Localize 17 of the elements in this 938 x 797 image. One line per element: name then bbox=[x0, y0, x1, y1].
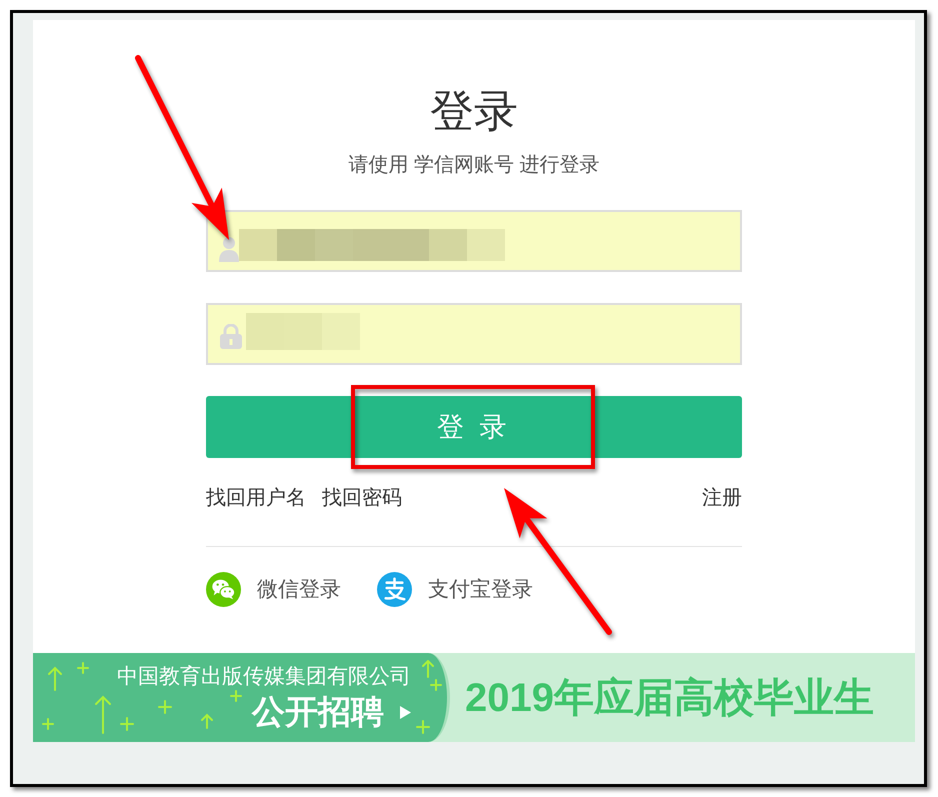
banner-company-name: 中国教育出版传媒集团有限公司 bbox=[117, 665, 411, 689]
text-link[interactable]: 找回密码 bbox=[322, 486, 402, 510]
play-triangle-icon bbox=[400, 706, 411, 718]
text-link[interactable]: 找回用户名 bbox=[206, 486, 306, 510]
login-subtitle: 请使用 学信网账号 进行登录 bbox=[348, 153, 600, 177]
chat-bubbles-icon bbox=[206, 572, 241, 607]
password-field[interactable] bbox=[206, 303, 742, 365]
social-login-link[interactable]: 支付宝登录 bbox=[428, 576, 533, 602]
text-link[interactable]: 注册 bbox=[702, 486, 742, 510]
lock-icon bbox=[220, 324, 242, 349]
social-login-link[interactable]: 微信登录 bbox=[257, 576, 341, 602]
page-title: 登录 bbox=[430, 88, 518, 136]
symbol-circle-icon bbox=[377, 572, 412, 607]
banner-headline: 公开招聘 bbox=[252, 694, 384, 730]
banner-tagline: 2019年应届高校毕业生 bbox=[465, 674, 874, 722]
username-field[interactable] bbox=[206, 210, 742, 272]
user-icon bbox=[219, 236, 239, 262]
